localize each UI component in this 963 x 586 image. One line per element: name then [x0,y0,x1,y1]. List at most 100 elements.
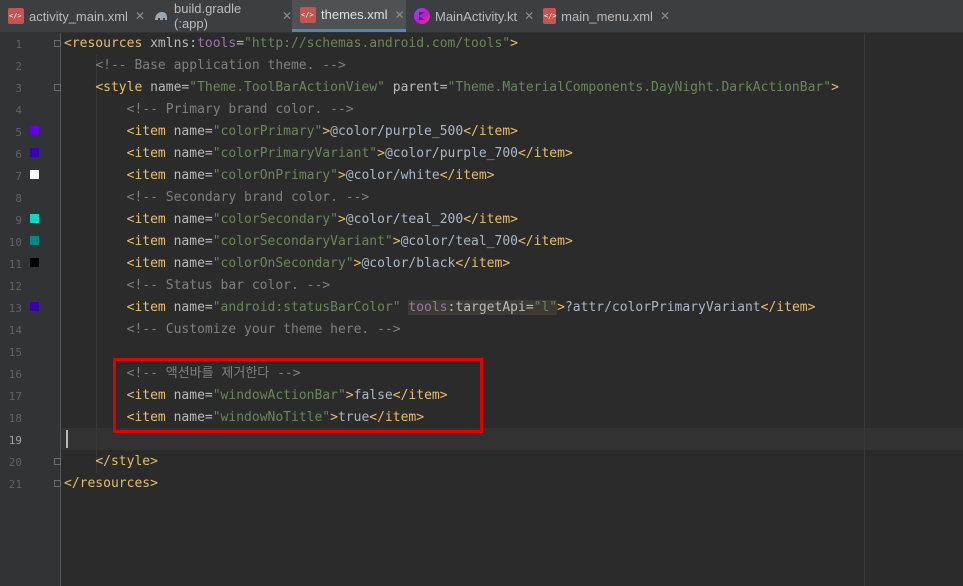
attr-name: name [173,410,205,425]
line-number: 7 [15,170,22,183]
color-swatch-teal-700[interactable] [30,236,39,245]
color-swatch-teal-200[interactable] [30,214,39,223]
line-number-gutter[interactable]: 1 2 3 4 5 6 7 8 9 10 11 12 13 14 15 16 1… [0,33,61,586]
tag-end: </item> [455,256,511,271]
tag-close: > [392,234,401,249]
line-number: 13 [8,302,22,315]
tab-themes-xml[interactable]: themes.xml ✕ [292,0,406,32]
attr-name: parent [384,80,440,95]
attr-value: "colorOnSecondary" [212,256,354,271]
attr-value: "colorSecondaryVariant" [212,234,393,249]
tag-close: > [330,410,338,425]
line-number: 6 [15,148,22,161]
close-icon[interactable]: ✕ [660,9,670,23]
gradle-elephant-icon [153,8,169,24]
equals: = [236,36,245,51]
color-swatch-white[interactable] [30,170,39,179]
tag-close: > [345,388,354,403]
tag-open: <style [95,80,151,95]
close-icon[interactable]: ✕ [282,9,292,23]
code-line-16: <!-- 액션바를 제거한다 --> [64,363,301,385]
tag-close: > [510,36,518,51]
comment: <!-- Base application theme. --> [95,58,346,73]
close-icon[interactable]: ✕ [394,8,404,22]
attr-value: "colorPrimaryVariant" [212,146,378,161]
code-line-14: <!-- Customize your theme here. --> [64,319,401,341]
attr-name: name [173,234,205,249]
namespace: tools [197,36,237,51]
line-number: 4 [15,104,22,117]
comment: <!-- Primary brand color. --> [126,102,354,117]
line-number: 21 [8,478,22,491]
tag-close: > [557,300,565,315]
line-number: 12 [8,280,22,293]
item-text: true [337,410,370,425]
code-line-7: <item name="colorOnPrimary">@color/white… [64,165,495,187]
attr-name: name [173,388,205,403]
tag-close: > [337,212,346,227]
text-caret [66,430,68,448]
fold-icon[interactable] [54,84,61,91]
right-margin-guide [864,33,865,586]
kotlin-file-icon [414,8,430,24]
fold-icon[interactable] [54,40,61,47]
tag-open: <item [126,146,174,161]
close-icon[interactable]: ✕ [135,9,145,23]
line-number: 1 [15,38,22,51]
comment: <!-- Secondary brand color. --> [126,190,370,205]
line-number: 9 [15,214,22,227]
tab-label: main_menu.xml [561,8,653,24]
tag-end: </item> [463,212,518,227]
tab-activity-main-xml[interactable]: activity_main.xml ✕ [0,0,145,32]
attr-value: "windowNoTitle" [212,410,331,425]
attr-value: "http://schemas.android.com/tools" [244,36,511,51]
namespace: tools [408,300,448,315]
code-line-8: <!-- Secondary brand color. --> [64,187,370,209]
tag-end: </item> [439,168,495,183]
attr-value: "l" [533,300,558,315]
tag-close: > [322,124,331,139]
equals: = [204,300,213,315]
color-swatch-purple-700[interactable] [30,148,39,157]
color-swatch-purple-500[interactable] [30,126,39,135]
attr-name: name [173,300,205,315]
close-icon[interactable]: ✕ [524,9,534,23]
equals: = [439,80,448,95]
current-line-highlight [61,428,963,450]
fold-icon[interactable] [54,458,61,465]
tab-mainactivity-kt[interactable]: MainActivity.kt ✕ [406,0,535,32]
attr-name: name [173,256,205,271]
tab-main-menu-xml[interactable]: main_menu.xml ✕ [535,0,670,32]
code-line-5: <item name="colorPrimary">@color/purple_… [64,121,518,143]
line-number: 15 [8,346,22,359]
equals: = [204,124,213,139]
attr-value: "android:statusBarColor" [212,300,401,315]
attr-value: "colorPrimary" [212,124,323,139]
attr-name: name [173,168,205,183]
fold-icon[interactable] [54,480,61,487]
tab-label: build.gradle (:app) [174,1,242,31]
code-line-1: <resources xmlns:tools="http://schemas.a… [64,33,518,55]
color-swatch-purple-700[interactable] [30,302,39,311]
tab-label: themes.xml [321,7,388,22]
equals: = [204,212,213,227]
tag-close: > [377,146,385,161]
item-text: @color/purple_700 [384,146,518,161]
equals: = [204,410,213,425]
attr-value: "colorSecondary" [212,212,338,227]
xml-file-icon [300,6,316,23]
attr-name: name [173,124,205,139]
equals: = [204,234,213,249]
attr-value: "windowActionBar" [212,388,346,403]
comment: <!-- Status bar color. --> [126,278,331,293]
tag-open: <item [126,256,174,271]
code-editor[interactable]: <resources xmlns:tools="http://schemas.a… [61,33,963,586]
item-text: false [353,388,393,403]
attr-value: "Theme.MaterialComponents.DayNight.DarkA… [447,80,832,95]
code-line-20: </style> [64,451,158,473]
line-number: 3 [15,82,22,95]
color-swatch-black[interactable] [30,258,39,267]
equals: = [204,168,213,183]
tag-end: </item> [518,146,573,161]
tab-build-gradle[interactable]: build.gradle (:app) ✕ [145,0,292,32]
